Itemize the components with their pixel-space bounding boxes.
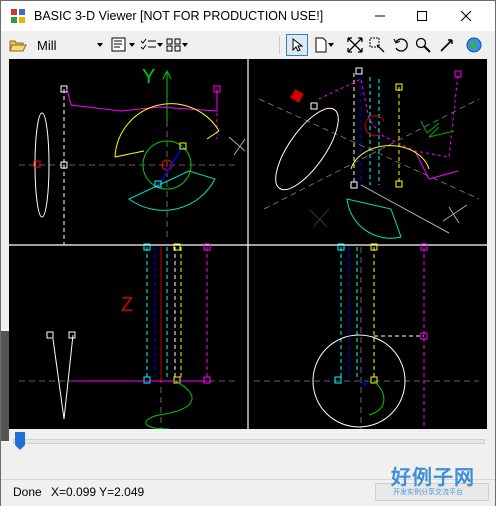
rotate-icon <box>393 38 408 52</box>
page-icon <box>315 37 327 53</box>
minimize-button[interactable] <box>357 1 403 31</box>
mode-dropdown[interactable]: Mill <box>33 35 105 55</box>
select-tool-button[interactable] <box>286 34 308 56</box>
status-state: Done <box>13 485 42 499</box>
zoom-icon <box>415 37 431 53</box>
select-arrow-icon <box>292 37 304 52</box>
zoom-window-button[interactable] <box>366 34 388 56</box>
toolbar-separator <box>279 36 280 54</box>
axis-label-y: Y <box>142 66 155 88</box>
properties-button[interactable] <box>109 34 131 56</box>
title-bar[interactable]: BASIC 3-D Viewer [NOT FOR PRODUCTION USE… <box>1 1 495 31</box>
watermark-brand: 好例子网 <box>391 465 475 489</box>
grid-layout-dropdown-arrow-icon[interactable] <box>182 43 188 47</box>
grid-layout-icon <box>166 38 181 52</box>
zoom-window-icon <box>369 37 385 53</box>
mode-label: Mill <box>37 37 57 53</box>
fit-view-icon <box>347 37 363 53</box>
watermark-tagline: 开发实例分享交流平台 <box>393 488 463 496</box>
check-list-icon <box>140 38 156 50</box>
maximize-icon <box>417 11 427 21</box>
viewport-top-right[interactable] <box>258 67 480 239</box>
app-window: BASIC 3-D Viewer [NOT FOR PRODUCTION USE… <box>0 0 496 506</box>
pan-icon <box>440 39 453 52</box>
minimize-icon <box>375 15 385 17</box>
watermark-logo: 好例子网 开发实例分享交流平台 <box>391 459 481 499</box>
viewport-area[interactable]: Y Z <box>9 59 487 429</box>
globe-button[interactable] <box>463 34 485 56</box>
slider-thumb[interactable] <box>15 432 25 450</box>
zoom-button[interactable] <box>412 34 434 56</box>
viewport-canvas[interactable]: Y Z <box>9 59 487 429</box>
timeline-slider[interactable] <box>9 430 487 460</box>
background-strip <box>1 331 9 441</box>
viewport-bottom-left[interactable]: Z <box>19 243 239 429</box>
mode-dropdown-arrow-icon[interactable] <box>97 43 103 47</box>
window-title: BASIC 3-D Viewer [NOT FOR PRODUCTION USE… <box>34 9 324 23</box>
globe-icon <box>466 37 482 53</box>
open-folder-icon <box>9 40 27 52</box>
slider-track[interactable] <box>13 439 485 444</box>
properties-icon <box>111 37 126 52</box>
fit-view-button[interactable] <box>344 34 366 56</box>
viewport-top-left[interactable]: Y <box>19 66 246 245</box>
axis-label-z: Z <box>121 294 133 316</box>
rotate-button[interactable] <box>390 34 412 56</box>
status-coordinates: X=0.099 Y=2.049 <box>51 485 145 499</box>
close-icon <box>460 10 472 22</box>
open-button[interactable] <box>7 34 29 56</box>
app-icon <box>11 9 25 23</box>
viewport-bottom-right[interactable] <box>254 243 479 429</box>
properties-dropdown-arrow-icon[interactable] <box>129 43 135 47</box>
pan-button[interactable] <box>436 34 458 56</box>
close-button[interactable] <box>443 1 489 31</box>
page-dropdown-arrow-icon[interactable] <box>328 43 334 47</box>
maximize-button[interactable] <box>399 1 445 31</box>
